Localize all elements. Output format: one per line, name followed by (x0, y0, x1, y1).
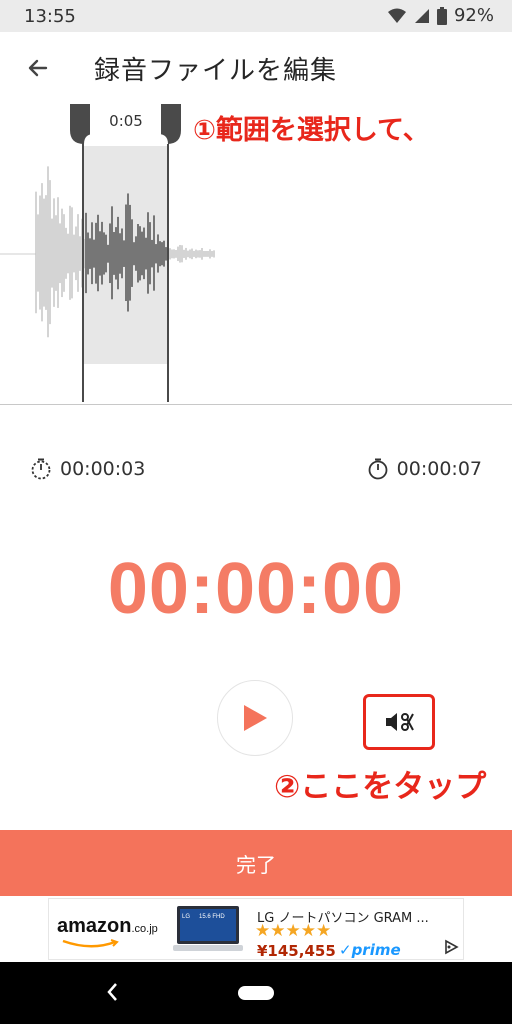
status-bar: 13:55 92% (0, 0, 512, 32)
battery-icon (436, 6, 447, 25)
ad-price: ¥145,455 (257, 942, 336, 960)
prime-badge: ✓prime (339, 941, 401, 959)
waveform-editor[interactable] (0, 104, 512, 405)
amazon-logo: amazon.co.jp (57, 915, 158, 937)
system-nav-bar (0, 962, 512, 1024)
end-time: 00:00:07 (367, 458, 482, 480)
trim-button[interactable] (363, 694, 435, 750)
arrow-left-icon (28, 59, 48, 77)
svg-text:15.6 FHD: 15.6 FHD (199, 914, 225, 920)
ad-rating-stars: ★★★★★ (255, 921, 332, 941)
ad-banner-area: amazon.co.jp LG 15.6 FHD LG ノートパソコン GRAM… (0, 896, 512, 962)
status-icons: 92% (387, 5, 494, 26)
adchoices-icon[interactable] (443, 939, 459, 955)
timer-start-icon (31, 458, 51, 480)
page-title: 録音ファイルを編集 (94, 56, 338, 86)
scissors-icon (386, 713, 414, 731)
nav-back-icon[interactable] (104, 980, 120, 1004)
play-button[interactable] (217, 680, 293, 756)
nav-home-pill[interactable] (238, 986, 274, 1000)
back-button[interactable] (18, 48, 58, 88)
app-bar: 録音ファイルを編集 (0, 32, 512, 105)
selection-duration: 0:05 (109, 112, 143, 130)
laptop-image: LG 15.6 FHD (173, 906, 243, 951)
done-button[interactable]: 完了 (0, 830, 512, 896)
svg-text:LG: LG (182, 914, 190, 920)
start-time-value: 00:00:03 (60, 458, 146, 480)
start-time: 00:00:03 (30, 458, 145, 480)
status-time: 13:55 (24, 6, 76, 27)
current-time: 00:00:00 (107, 549, 405, 629)
wifi-icon (387, 8, 406, 23)
battery-percent: 92% (453, 5, 494, 26)
play-icon (244, 705, 267, 731)
end-time-value: 00:00:07 (396, 458, 482, 480)
amazon-smile-icon (62, 939, 119, 948)
timer-end-icon (368, 458, 388, 480)
annotation-step1: ①範囲を選択して、 (193, 115, 430, 146)
ad-banner[interactable]: amazon.co.jp LG 15.6 FHD LG ノートパソコン GRAM… (48, 898, 464, 960)
signal-icon (414, 8, 429, 23)
annotation-step2: ②ここをタップ (274, 769, 487, 805)
waveform-canvas (0, 104, 215, 402)
